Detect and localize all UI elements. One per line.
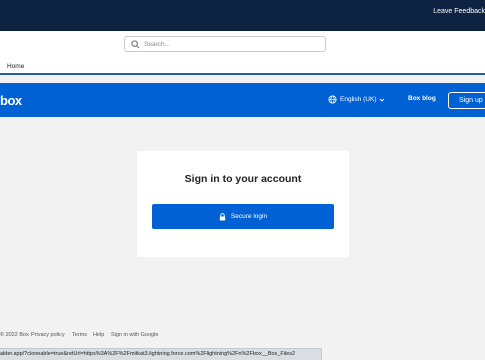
top-bar: Leave Feedback xyxy=(0,0,485,31)
status-bar: alder.app/?cloneable=true&retUrl=https%3… xyxy=(0,348,322,360)
nav-divider xyxy=(0,73,485,75)
box-header: box English (UK) Box blog Sign up xyxy=(0,83,485,117)
copyright-text: © 2022 Box xyxy=(0,332,29,338)
box-logo[interactable]: box xyxy=(0,93,22,108)
lock-icon xyxy=(219,212,226,220)
sign-in-google-link[interactable]: Sign in with Google xyxy=(111,332,158,338)
box-blog-link[interactable]: Box blog xyxy=(408,95,436,102)
sign-up-button[interactable]: Sign up xyxy=(448,92,485,109)
language-selector[interactable]: English (UK) xyxy=(328,95,385,104)
footer: © 2022 Box Privacy policy Terms Help Sig… xyxy=(0,332,485,342)
help-link[interactable]: Help xyxy=(93,332,104,338)
secure-login-button[interactable]: Secure login xyxy=(152,204,334,229)
search-icon xyxy=(131,40,140,49)
language-label: English (UK) xyxy=(340,96,377,103)
login-card: Sign in to your account Secure login xyxy=(137,151,349,257)
secure-login-label: Secure login xyxy=(230,213,268,220)
status-url: alder.app/?cloneable=true&retUrl=https%3… xyxy=(0,351,296,357)
search-box[interactable] xyxy=(124,36,326,52)
chevron-down-icon xyxy=(380,98,385,102)
privacy-policy-link[interactable]: Privacy policy xyxy=(31,332,65,338)
search-input[interactable] xyxy=(144,38,322,50)
page-title: Sign in to your account xyxy=(184,173,302,185)
search-bar xyxy=(0,31,485,58)
tab-home[interactable]: Home xyxy=(7,63,24,70)
terms-link[interactable]: Terms xyxy=(72,332,87,338)
leave-feedback-link[interactable]: Leave Feedback xyxy=(433,8,485,15)
globe-icon xyxy=(328,95,337,104)
